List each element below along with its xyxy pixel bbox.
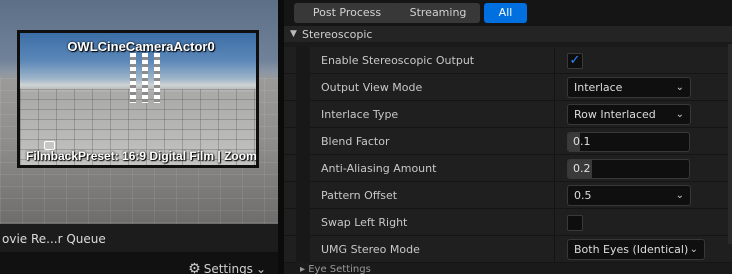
camera-preview: OWLCineCameraActor0 FilmbackPreset: 16:9… — [17, 30, 259, 168]
output-view-mode-dropdown[interactable]: Interlace ⌄ — [567, 77, 691, 98]
viewport-panel: OWLCineCameraActor0 FilmbackPreset: 16:9… — [0, 0, 278, 274]
column-divider — [554, 236, 555, 263]
section-header-stereoscopic[interactable]: ▼ Stereoscopic — [284, 26, 732, 42]
section-title: Stereoscopic — [302, 27, 373, 41]
filter-streaming[interactable]: Streaming — [396, 3, 480, 23]
settings-button[interactable]: ⚙ Settings ⌄ — [188, 261, 266, 274]
preview-pillar — [142, 53, 148, 103]
property-row: UMG Stereo Mode Both Eyes (Identical) ⌄ — [284, 236, 732, 263]
property-label: Blend Factor — [321, 135, 390, 148]
column-divider — [554, 74, 555, 101]
swap-left-right-checkbox[interactable] — [567, 215, 583, 231]
anti-aliasing-amount-field[interactable]: 0.2 — [567, 159, 690, 179]
property-list: Enable Stereoscopic Output ✓ Output View… — [284, 47, 732, 263]
preview-pillar — [130, 53, 136, 103]
filter-all[interactable]: All — [484, 3, 527, 23]
umg-stereo-mode-dropdown[interactable]: Both Eyes (Identical) ⌄ — [567, 239, 705, 260]
row-indent — [296, 128, 310, 155]
property-row: Pattern Offset 0.5 ⌄ — [284, 182, 732, 209]
chevron-down-icon: ⌄ — [675, 82, 684, 93]
enable-stereoscopic-checkbox[interactable]: ✓ — [567, 53, 583, 69]
section-header-eye-settings[interactable]: ▸ Eye Settings — [300, 264, 371, 274]
property-row: Output View Mode Interlace ⌄ — [284, 74, 732, 101]
dropdown-value: Interlace — [574, 81, 623, 94]
details-panel: Post Process Streaming All ▼ Stereoscopi… — [284, 0, 732, 274]
column-divider — [554, 155, 555, 182]
row-indent — [296, 182, 310, 209]
row-indent — [296, 74, 310, 101]
settings-label: Settings — [203, 262, 253, 274]
section-title: Eye Settings — [308, 264, 371, 274]
column-divider — [554, 101, 555, 128]
property-label: Pattern Offset — [321, 189, 398, 202]
chevron-right-icon: ▸ — [300, 264, 306, 274]
row-indent — [296, 209, 310, 236]
filter-bar: Post Process Streaming All — [284, 0, 732, 26]
property-row: Interlace Type Row Interlaced ⌄ — [284, 101, 732, 128]
row-indent — [296, 47, 310, 74]
chevron-down-icon: ⌄ — [255, 262, 266, 274]
chevron-down-icon: ⌄ — [675, 109, 684, 120]
property-row: Blend Factor 0.1 — [284, 128, 732, 155]
property-label: Enable Stereoscopic Output — [321, 54, 475, 67]
dropdown-value: 0.5 — [574, 189, 592, 202]
row-indent — [296, 101, 310, 128]
dropdown-value: Both Eyes (Identical) — [574, 243, 689, 256]
gear-icon: ⚙ — [188, 261, 201, 274]
chevron-down-icon: ▼ — [290, 29, 297, 39]
column-divider — [554, 209, 555, 236]
property-label: Anti-Aliasing Amount — [321, 162, 437, 175]
column-divider — [554, 128, 555, 155]
filter-post-process[interactable]: Post Process — [294, 3, 400, 23]
interlace-type-dropdown[interactable]: Row Interlaced ⌄ — [567, 104, 691, 125]
column-divider — [554, 47, 555, 74]
field-value: 0.1 — [573, 135, 591, 148]
chevron-down-icon: ⌄ — [675, 190, 684, 201]
row-indent — [296, 155, 310, 182]
dropdown-value: Row Interlaced — [574, 108, 656, 121]
movie-render-queue-tab[interactable]: ovie Re...r Queue — [0, 228, 106, 250]
chevron-down-icon: ⌄ — [689, 244, 698, 255]
preview-pillar — [154, 53, 160, 103]
camera-name-overlay: OWLCineCameraActor0 — [67, 39, 215, 54]
property-label: Output View Mode — [321, 81, 423, 94]
column-divider — [554, 182, 555, 209]
pattern-offset-dropdown[interactable]: 0.5 ⌄ — [567, 185, 691, 206]
details-scrollbar[interactable] — [728, 44, 732, 244]
row-indent — [296, 236, 310, 263]
filmback-overlay: FilmbackPreset: 16:9 Digital Film | Zoom — [26, 149, 257, 163]
property-row: Swap Left Right — [284, 209, 732, 236]
property-row: Anti-Aliasing Amount 0.2 — [284, 155, 732, 182]
checkmark-icon: ✓ — [569, 53, 581, 68]
level-viewport[interactable]: OWLCineCameraActor0 FilmbackPreset: 16:9… — [0, 0, 278, 224]
field-value: 0.2 — [573, 162, 591, 175]
blend-factor-field[interactable]: 0.1 — [567, 132, 690, 152]
property-label: UMG Stereo Mode — [321, 243, 420, 256]
property-label: Swap Left Right — [321, 216, 408, 229]
property-label: Interlace Type — [321, 108, 399, 121]
property-row: Enable Stereoscopic Output ✓ — [284, 47, 732, 74]
